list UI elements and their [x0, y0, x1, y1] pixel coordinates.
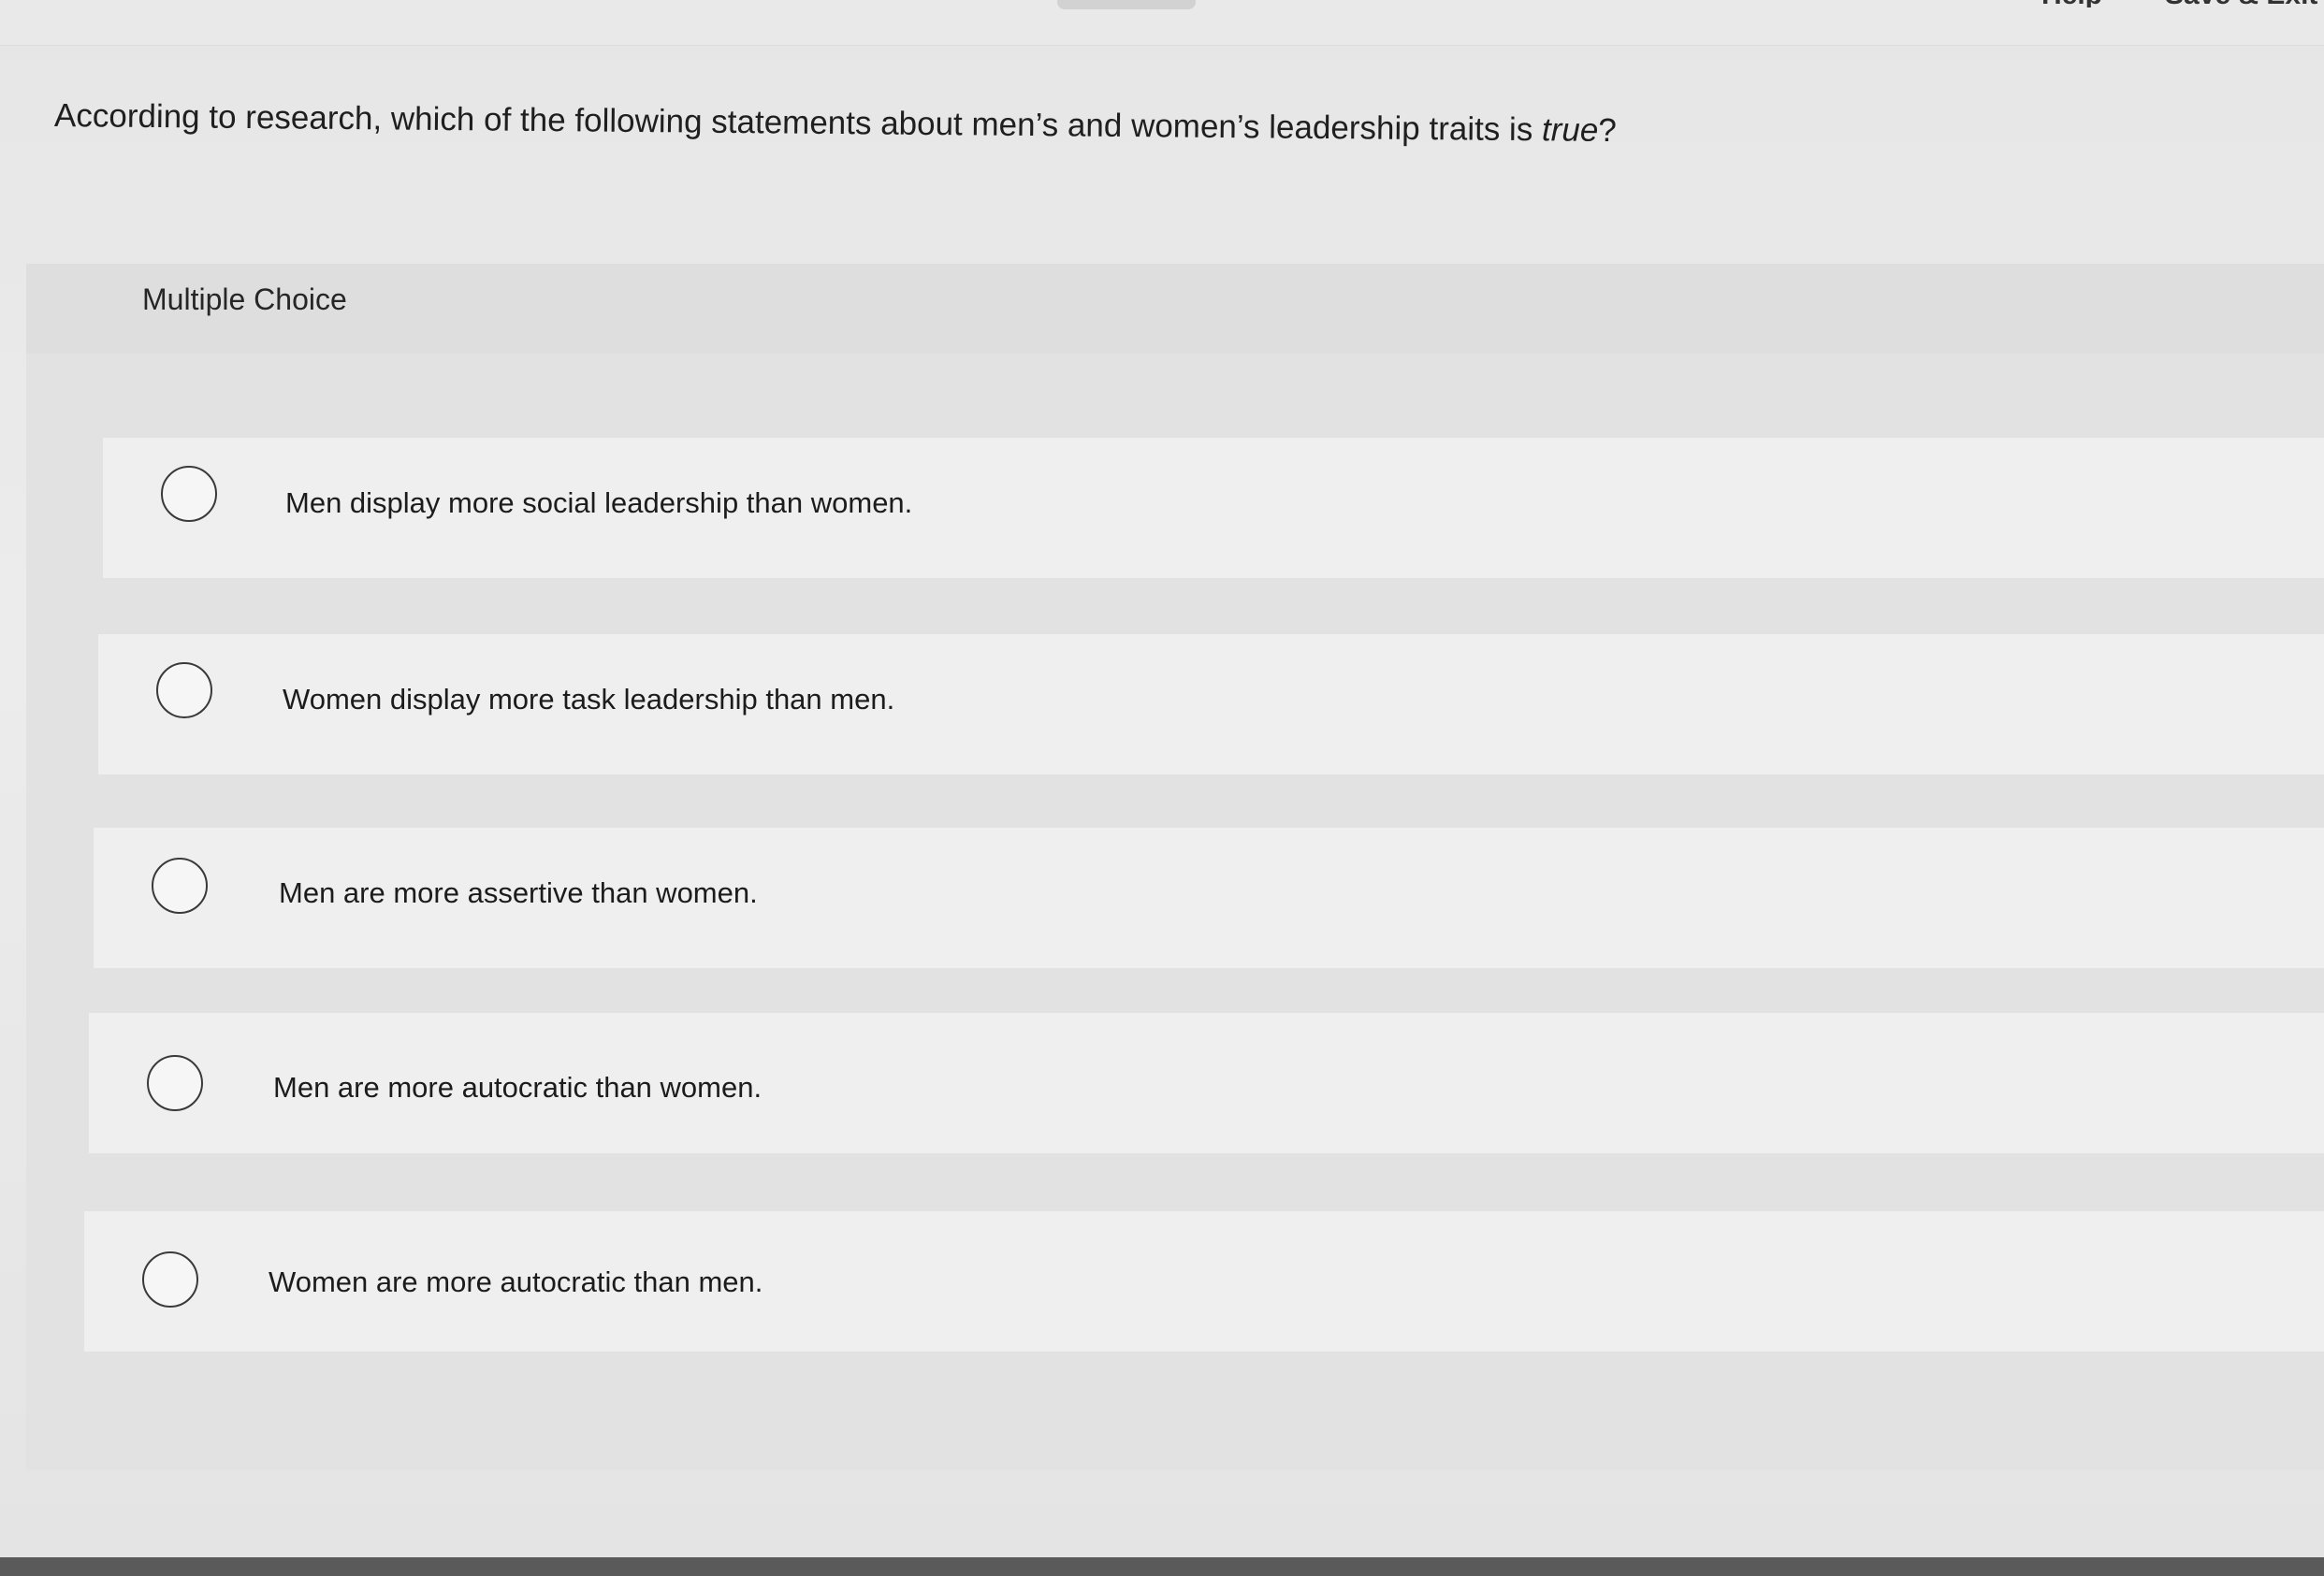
bottom-edge	[0, 1557, 2324, 1576]
radio-button[interactable]	[147, 1055, 203, 1111]
answer-option-4[interactable]: Men are more autocratic than women.	[89, 1013, 2324, 1153]
radio-button[interactable]	[156, 662, 212, 718]
answer-option-2[interactable]: Women display more task leadership than …	[98, 634, 2324, 774]
answer-option-label: Men display more social leadership than …	[285, 486, 913, 519]
radio-button[interactable]	[142, 1251, 198, 1308]
answer-option-label: Men are more assertive than women.	[279, 876, 758, 909]
answer-option-1[interactable]: Men display more social leadership than …	[103, 438, 2324, 578]
answer-option-label: Women display more task leadership than …	[283, 683, 895, 716]
radio-button[interactable]	[161, 466, 217, 522]
answer-option-5[interactable]: Women are more autocratic than men.	[84, 1211, 2324, 1352]
answer-option-label: Men are more autocratic than women.	[273, 1071, 763, 1104]
answer-options: Men display more social leadership than …	[0, 0, 2324, 1576]
answer-option-3[interactable]: Men are more assertive than women.	[94, 828, 2324, 968]
radio-button[interactable]	[152, 858, 208, 914]
answer-option-label: Women are more autocratic than men.	[269, 1265, 763, 1298]
